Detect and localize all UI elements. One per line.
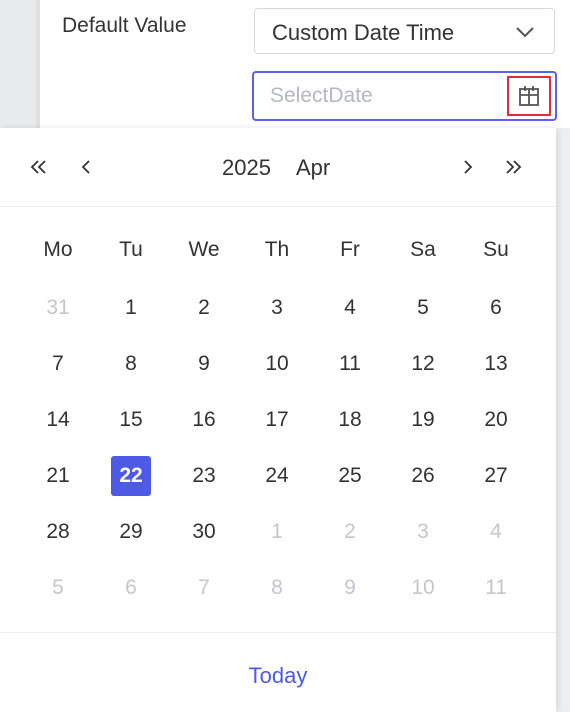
day-cell[interactable]: 7 <box>38 344 78 384</box>
calendar-button[interactable] <box>507 76 551 116</box>
day-cell[interactable]: 26 <box>403 456 443 496</box>
panel-edge-background <box>556 128 570 712</box>
day-cell[interactable]: 24 <box>257 456 297 496</box>
day-cell[interactable]: 6 <box>476 288 516 328</box>
day-cell[interactable]: 28 <box>38 512 78 552</box>
day-cell[interactable]: 3 <box>257 288 297 328</box>
day-cell[interactable]: 14 <box>38 400 78 440</box>
day-cell[interactable]: 4 <box>476 512 516 552</box>
day-cell[interactable]: 21 <box>38 456 78 496</box>
day-cell[interactable]: 31 <box>38 288 78 328</box>
day-cell[interactable]: 12 <box>403 344 443 384</box>
day-cell[interactable]: 8 <box>111 344 151 384</box>
chevron-down-icon <box>516 27 534 38</box>
day-cell[interactable]: 2 <box>184 288 224 328</box>
next-year-button[interactable] <box>498 152 528 182</box>
weekday-label: Tu <box>119 238 143 261</box>
weekday-label: Th <box>264 238 290 261</box>
weekday-label: Sa <box>410 238 436 261</box>
day-cell[interactable]: 1 <box>111 288 151 328</box>
day-cell[interactable]: 16 <box>184 400 224 440</box>
day-cell[interactable]: 9 <box>184 344 224 384</box>
today-button[interactable]: Today <box>0 663 556 689</box>
day-cell[interactable]: 6 <box>111 568 151 608</box>
weekday-label: Su <box>483 238 509 261</box>
next-month-button[interactable] <box>452 152 482 182</box>
prev-month-button[interactable] <box>72 152 102 182</box>
day-cell[interactable]: 11 <box>330 344 370 384</box>
day-cell[interactable]: 18 <box>330 400 370 440</box>
weekday-label: Mo <box>43 238 73 261</box>
day-cell[interactable]: 8 <box>257 568 297 608</box>
day-cell[interactable]: 9 <box>330 568 370 608</box>
day-cell[interactable]: 23 <box>184 456 224 496</box>
prev-year-button[interactable] <box>24 152 54 182</box>
header-divider <box>0 206 556 207</box>
day-cell[interactable]: 17 <box>257 400 297 440</box>
day-cell[interactable]: 11 <box>476 568 516 608</box>
day-cell[interactable]: 3 <box>403 512 443 552</box>
chevron-left-icon <box>81 160 90 174</box>
day-cell[interactable]: 29 <box>111 512 151 552</box>
day-cell[interactable]: 7 <box>184 568 224 608</box>
day-cell[interactable]: 4 <box>330 288 370 328</box>
month-label[interactable]: Apr <box>296 155 330 181</box>
day-cell[interactable]: 2 <box>330 512 370 552</box>
day-cell[interactable]: 25 <box>330 456 370 496</box>
day-cell[interactable]: 30 <box>184 512 224 552</box>
double-chevron-left-icon <box>30 160 46 174</box>
weekday-label: Fr <box>340 238 360 261</box>
day-cell[interactable]: 5 <box>38 568 78 608</box>
day-cell[interactable]: 10 <box>257 344 297 384</box>
day-cell[interactable]: 15 <box>111 400 151 440</box>
date-input-wrapper <box>252 71 557 121</box>
default-value-select[interactable]: Custom Date Time <box>254 8 555 54</box>
day-cell-selected[interactable]: 22 <box>111 456 151 496</box>
select-value: Custom Date Time <box>272 20 455 45</box>
double-chevron-right-icon <box>506 160 522 174</box>
day-cell[interactable]: 20 <box>476 400 516 440</box>
day-cell[interactable]: 1 <box>257 512 297 552</box>
date-input[interactable] <box>270 83 500 109</box>
default-value-label: Default Value <box>62 14 187 37</box>
year-label[interactable]: 2025 <box>222 155 271 181</box>
day-cell[interactable]: 19 <box>403 400 443 440</box>
day-cell[interactable]: 10 <box>403 568 443 608</box>
day-cell[interactable]: 5 <box>403 288 443 328</box>
chevron-right-icon <box>464 160 473 174</box>
left-panel-background <box>0 0 36 128</box>
weekday-label: We <box>188 238 220 261</box>
footer-divider <box>0 632 556 633</box>
day-cell[interactable]: 27 <box>476 456 516 496</box>
calendar-icon <box>519 86 539 106</box>
day-cell[interactable]: 13 <box>476 344 516 384</box>
date-picker-panel: 2025 Apr Mo Tu We Th Fr Sa Su 31 1 2 3 4 5 6 7 8 9 10 11 1… <box>0 128 556 712</box>
